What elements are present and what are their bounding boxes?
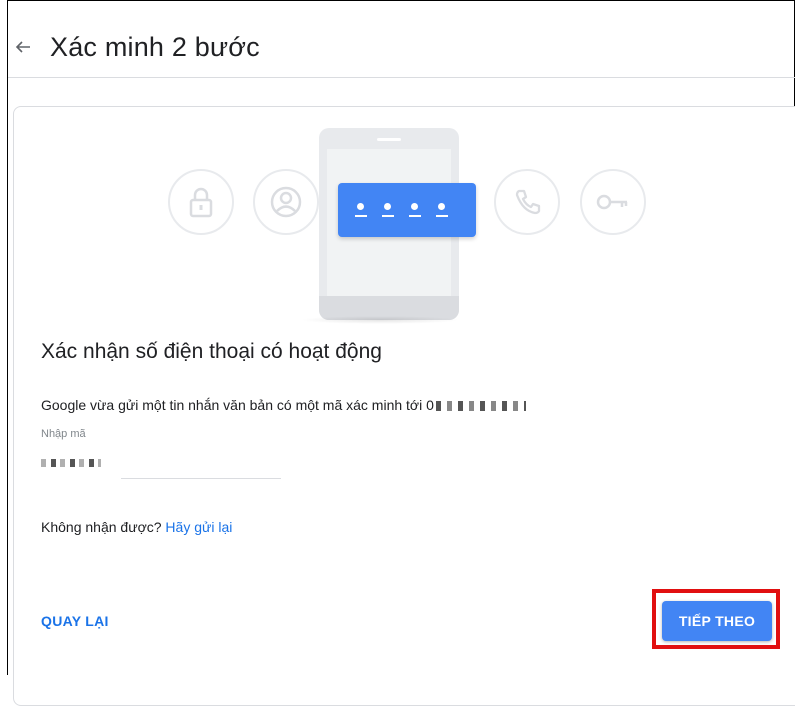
code-underline: [409, 215, 421, 217]
redacted-phone-number: [435, 401, 526, 412]
code-input[interactable]: [121, 452, 281, 479]
resend-prompt: Không nhận được?: [41, 519, 166, 535]
code-underline: [436, 215, 448, 217]
resend-row: Không nhận được? Hãy gửi lại: [41, 519, 232, 535]
code-dot: [384, 203, 391, 210]
code-underline: [382, 215, 394, 217]
section-heading: Xác nhận số điện thoại có hoạt động: [41, 340, 382, 363]
code-dot: [411, 203, 418, 210]
code-banner: [338, 183, 476, 237]
phone-speaker: [377, 138, 401, 141]
sent-message-text: Google vừa gửi một tin nhắn văn bản có m…: [41, 397, 434, 413]
illustration: [0, 0, 795, 330]
code-dot: [438, 203, 445, 210]
lock-icon: [168, 169, 234, 235]
code-underline: [355, 215, 367, 217]
code-prefix-redacted: [41, 459, 101, 467]
phone-call-icon: [494, 169, 560, 235]
key-icon: [580, 169, 646, 235]
code-dot: [357, 203, 364, 210]
resend-link[interactable]: Hãy gửi lại: [165, 519, 232, 535]
phone-shadow: [300, 316, 460, 324]
sent-message: Google vừa gửi một tin nhắn văn bản có m…: [41, 397, 526, 413]
highlight-box: [652, 589, 780, 649]
code-label: Nhập mã: [41, 428, 86, 440]
back-button[interactable]: QUAY LẠI: [41, 613, 109, 629]
account-icon: [253, 169, 319, 235]
